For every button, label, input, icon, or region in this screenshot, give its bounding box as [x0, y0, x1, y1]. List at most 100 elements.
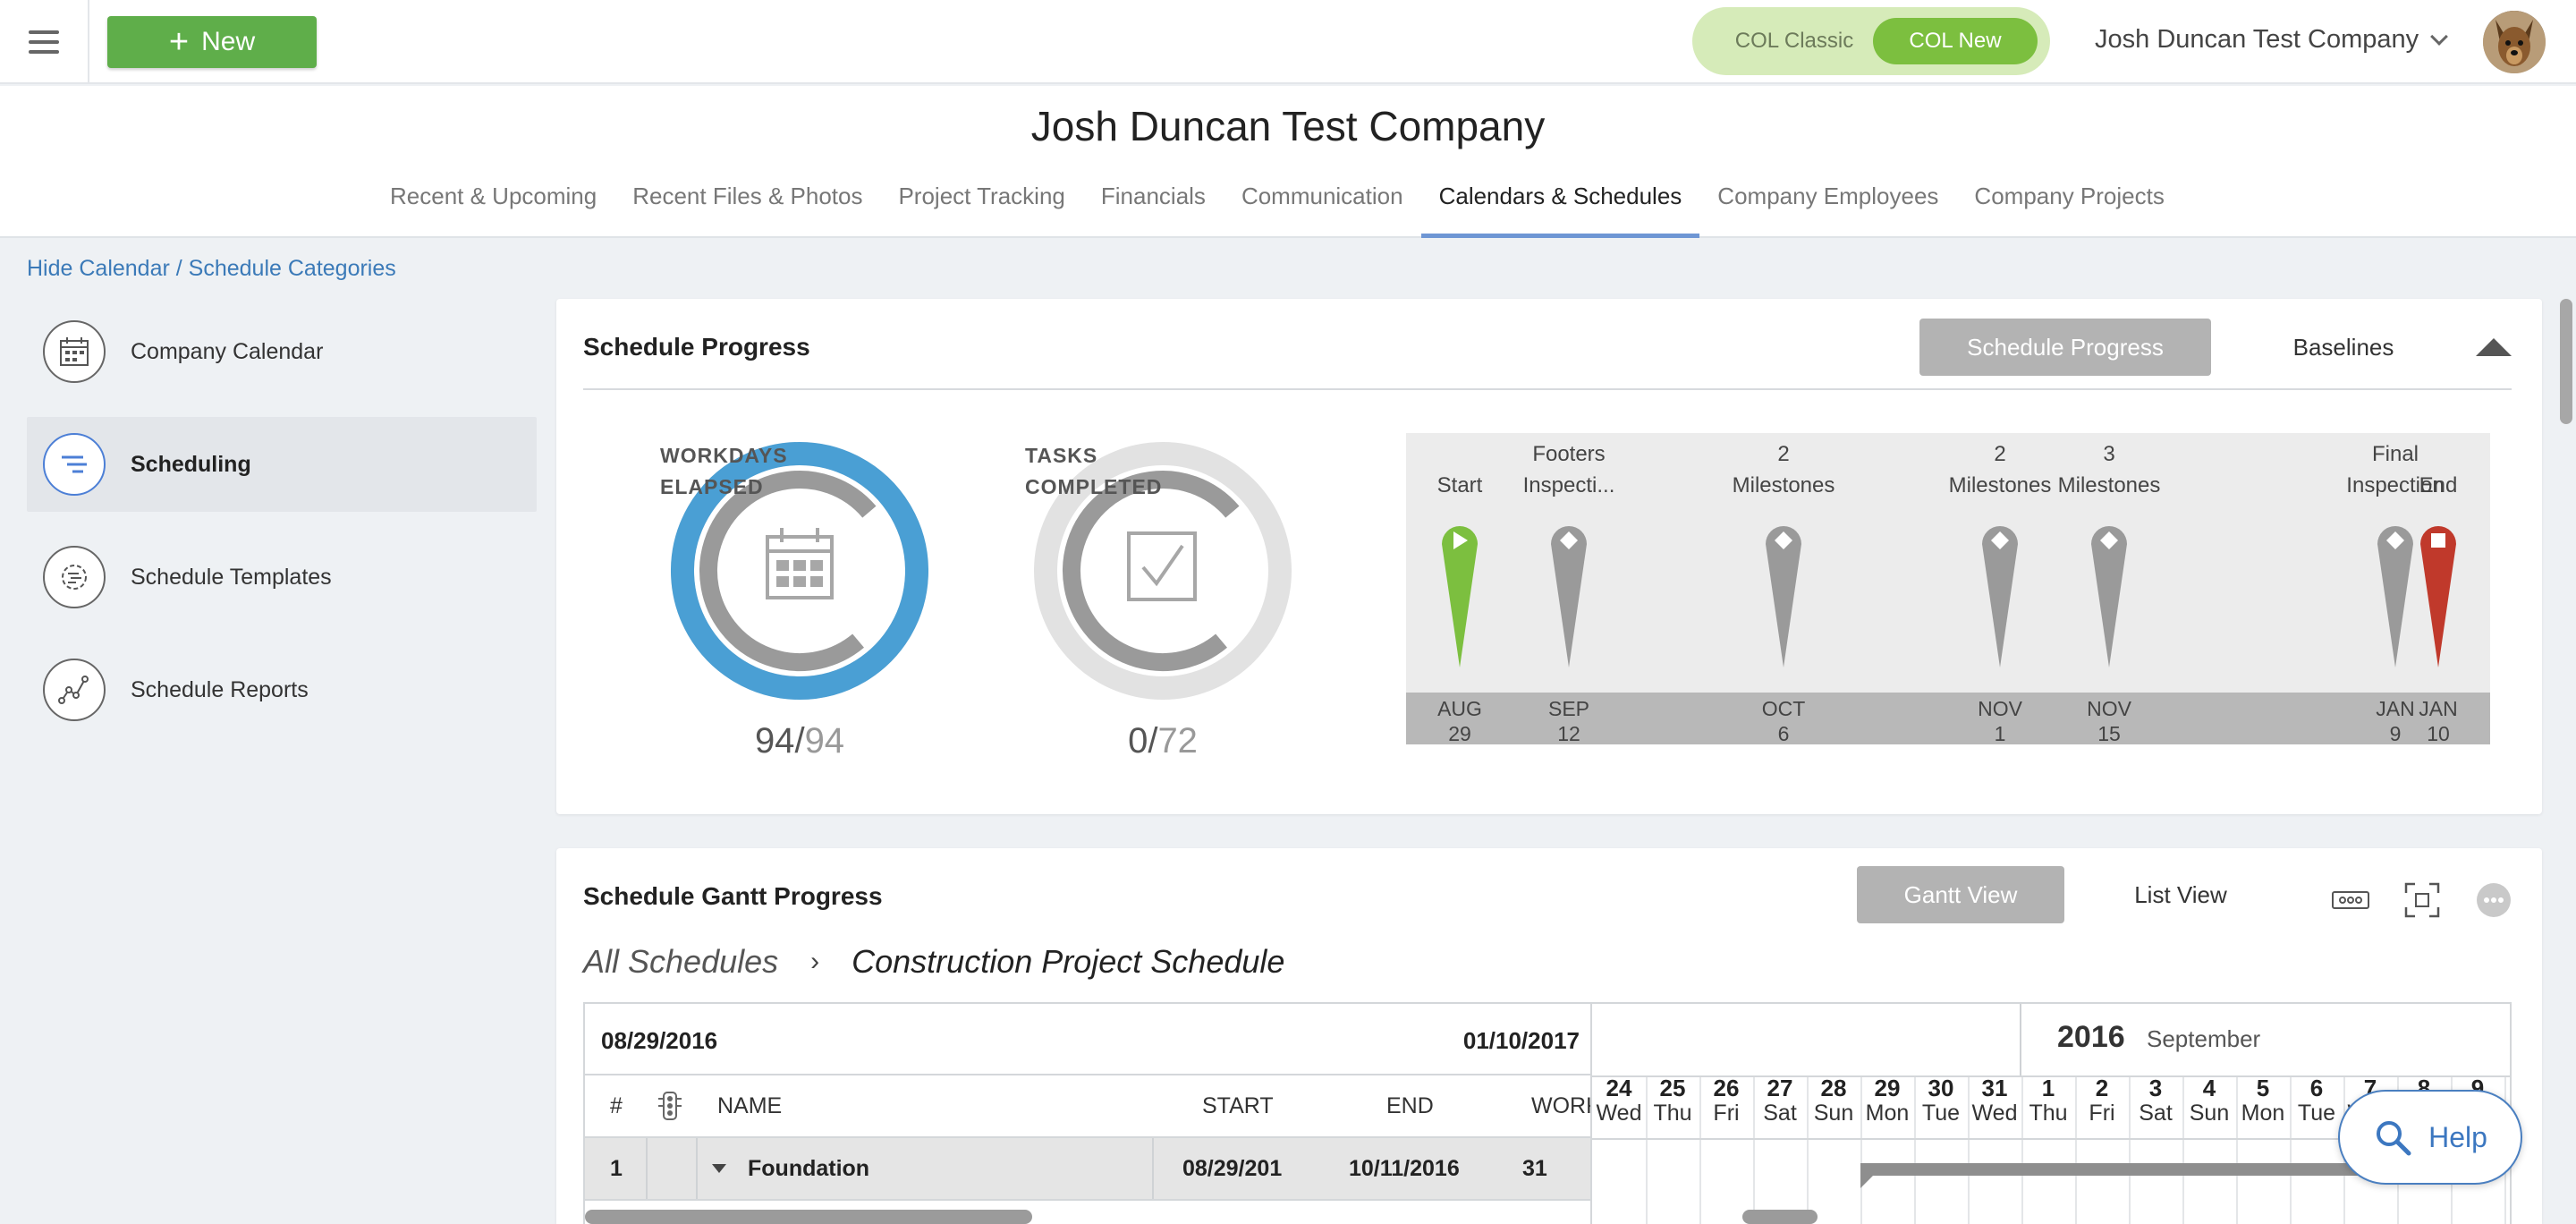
schedule-categories-link[interactable]: Schedule Categories: [189, 256, 396, 281]
col-header-num[interactable]: #: [610, 1075, 623, 1136]
sidebar-item-schedule-templates[interactable]: Schedule Templates: [27, 530, 537, 625]
milestone-milestone-pin-icon[interactable]: [1547, 517, 1590, 669]
calendar-day-weekday: Mon: [2241, 1101, 2285, 1126]
sidebar-item-label: Company Calendar: [131, 338, 324, 364]
milestone-label: 2 Milestones: [1942, 438, 2058, 501]
schedule-gantt-card: Schedule Gantt Progress Gantt View List …: [556, 848, 2542, 1224]
milestone-label-line2: Milestones: [1732, 473, 1835, 497]
card-divider: [583, 388, 2512, 390]
calendar-day: 29 Mon: [1860, 1075, 1914, 1126]
calendar-day: 30 Tue: [1914, 1075, 1968, 1126]
gantt-header-row: # NAME START END WORK: [585, 1075, 1590, 1138]
tab-recent-upcoming[interactable]: Recent & Upcoming: [372, 183, 614, 238]
sidebar-item-company-calendar[interactable]: Company Calendar: [27, 304, 537, 399]
end-milestone-pin-icon[interactable]: [2417, 517, 2460, 669]
expand-caret-icon[interactable]: [710, 1138, 728, 1199]
calendar-divider: [1592, 1075, 2510, 1077]
company-header: Josh Duncan Test Company Recent & Upcomi…: [0, 86, 2576, 238]
menu-button[interactable]: [0, 0, 89, 84]
tab-communication[interactable]: Communication: [1224, 183, 1421, 238]
calendar-day-number: 5: [2256, 1075, 2270, 1101]
tab-calendars-schedules[interactable]: Calendars & Schedules: [1420, 183, 1700, 238]
calendar-day-number: 3: [2148, 1075, 2163, 1101]
calendar-day-weekday: Sat: [1763, 1101, 1797, 1126]
milestone-month: AUG: [1437, 697, 1482, 720]
col-classic-option[interactable]: COL Classic: [1707, 18, 1882, 64]
sidebar-item-label: Schedule Reports: [131, 676, 309, 702]
col-header-name[interactable]: NAME: [717, 1075, 782, 1136]
help-button[interactable]: Help: [2338, 1090, 2522, 1185]
sidebar-item-schedule-reports[interactable]: Schedule Reports: [27, 642, 537, 737]
milestone-timeline: Start AUG 29 Footers Inspecti... SEP 12 2 Milest…: [1406, 433, 2490, 746]
col-header-end[interactable]: END: [1386, 1075, 1434, 1136]
main-tabs: Recent & Upcoming Recent Files & Photos …: [372, 183, 2182, 238]
milestone-milestone-pin-icon[interactable]: [2088, 517, 2131, 669]
traffic-light-icon: [657, 1075, 683, 1136]
breadcrumb-separator: /: [169, 256, 189, 281]
plus-icon: +: [168, 23, 190, 61]
tab-recent-files-photos[interactable]: Recent Files & Photos: [614, 183, 880, 238]
hide-calendar-link[interactable]: Hide Calendar: [27, 256, 170, 281]
sidebar-item-label: Scheduling: [131, 451, 251, 477]
tab-project-tracking[interactable]: Project Tracking: [880, 183, 1082, 238]
baselines-button[interactable]: Baselines: [2229, 319, 2458, 376]
calendar-day: 31 Wed: [1968, 1075, 2021, 1126]
milestone-milestone-pin-icon[interactable]: [1762, 517, 1805, 669]
calendar-day-weekday: Mon: [1865, 1101, 1910, 1126]
milestone-day: 1: [1994, 722, 2006, 745]
calendar-icon: [43, 320, 106, 383]
tasks-label-line1: TASKS: [1025, 444, 1098, 467]
tab-company-employees[interactable]: Company Employees: [1699, 183, 1956, 238]
list-view-button[interactable]: List View: [2082, 866, 2279, 923]
schedule-progress-button[interactable]: Schedule Progress: [1919, 319, 2211, 376]
chevron-right-icon: ›: [810, 947, 820, 976]
tasks-completed-value: 0/72: [1128, 721, 1198, 761]
calendar-day-weekday: Sun: [1813, 1101, 1854, 1126]
calendar-horizontal-scrollbar[interactable]: [1742, 1210, 1818, 1224]
all-schedules-link[interactable]: All Schedules: [583, 943, 778, 981]
sidebar-item-scheduling[interactable]: Scheduling: [27, 417, 537, 512]
fullscreen-icon[interactable]: [2402, 880, 2442, 920]
tasks-completed-label: TASKS COMPLETED: [1025, 440, 1162, 503]
new-button[interactable]: + New: [107, 16, 317, 68]
hamburger-icon: [29, 30, 59, 54]
more-options-icon[interactable]: [2474, 880, 2513, 920]
tab-company-projects[interactable]: Company Projects: [1956, 183, 2182, 238]
gantt-task-bar[interactable]: [1860, 1163, 2397, 1176]
schedule-sidebar: Company Calendar Scheduling Schedule Tem…: [27, 304, 537, 755]
table-row[interactable]: 1 Foundation 08/29/201 10/11/2016 31: [585, 1138, 1590, 1201]
milestone-label-line2: Milestones: [1948, 473, 2052, 497]
calendar-month: September: [2147, 1025, 2261, 1052]
calendar-breadcrumb: Hide Calendar / Schedule Categories: [27, 256, 396, 282]
columns-toggle-icon[interactable]: [2331, 880, 2370, 920]
grid-horizontal-scrollbar[interactable]: [585, 1210, 1032, 1224]
start-milestone-pin-icon[interactable]: [1438, 517, 1481, 669]
calendar-day-weekday: Wed: [1971, 1101, 2018, 1126]
milestone-day: 15: [2097, 722, 2121, 745]
page-vertical-scrollbar[interactable]: [2560, 299, 2572, 424]
col-header-start[interactable]: START: [1202, 1075, 1274, 1136]
calendar-day-weekday: Tue: [1921, 1101, 1961, 1126]
collapse-triangle-icon[interactable]: [2476, 338, 2512, 356]
company-selector[interactable]: Josh Duncan Test Company: [2095, 25, 2449, 55]
milestone-milestone-pin-icon[interactable]: [2374, 517, 2417, 669]
avatar[interactable]: [2483, 11, 2546, 73]
gantt-view-button[interactable]: Gantt View: [1857, 866, 2064, 923]
new-button-label: New: [201, 27, 256, 56]
col-header-work[interactable]: WORK: [1531, 1075, 1590, 1136]
col-new-option[interactable]: COL New: [1873, 18, 2038, 64]
template-gear-icon: [43, 546, 106, 608]
calendar-day-number: 27: [1767, 1075, 1793, 1101]
chevron-down-icon: [2430, 27, 2449, 46]
tab-financials[interactable]: Financials: [1083, 183, 1224, 238]
milestone-label: Footers Inspecti...: [1511, 438, 1627, 501]
milestone-date: NOV 1: [1964, 696, 2036, 746]
milestone-milestone-pin-icon[interactable]: [1979, 517, 2021, 669]
milestone-label-line1: Footers: [1532, 442, 1606, 466]
row-start: 08/29/201: [1182, 1155, 1283, 1181]
calendar-day: 3 Sat: [2129, 1075, 2182, 1126]
milestone-month: NOV: [1978, 697, 2022, 720]
workdays-elapsed-label: WORKDAYS ELAPSED: [660, 440, 788, 503]
workdays-total: 94: [804, 721, 845, 761]
calendar-day-number: 4: [2202, 1075, 2216, 1101]
